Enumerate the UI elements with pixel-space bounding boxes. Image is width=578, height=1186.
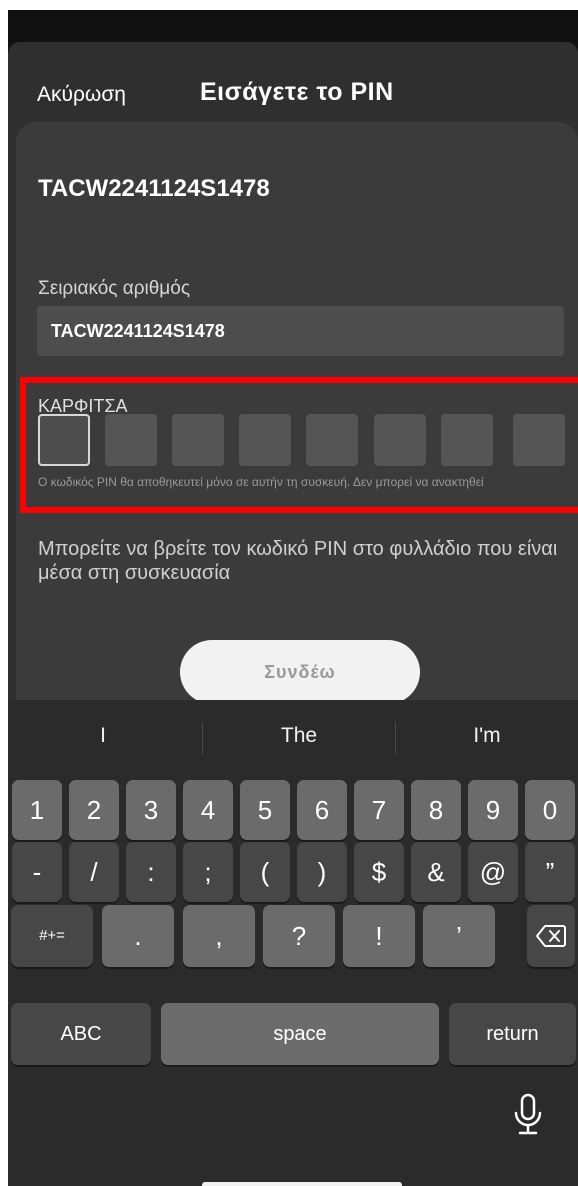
page-title: Εισάγετε το PIN [200, 78, 394, 106]
keyboard-key[interactable]: 2 [69, 780, 119, 840]
keyboard-key[interactable]: 7 [354, 780, 404, 840]
keyboard-key[interactable]: & [411, 842, 461, 902]
connect-button[interactable]: Συνδέω [180, 640, 420, 704]
suggestion-3[interactable]: I'm [396, 700, 578, 770]
keyboard-key[interactable]: ” [525, 842, 575, 902]
keyboard-key[interactable]: / [69, 842, 119, 902]
pin-highlight-box [20, 377, 578, 513]
serial-number-value: TACW2241124S1478 [51, 321, 225, 341]
keyboard-key[interactable]: . [102, 905, 174, 967]
cancel-button[interactable]: Ακύρωση [37, 83, 126, 107]
microphone-icon[interactable] [513, 1093, 543, 1137]
symbols-toggle-key[interactable]: #+= [11, 905, 93, 967]
keyboard-key[interactable]: 4 [183, 780, 233, 840]
backspace-icon [536, 925, 566, 947]
on-screen-keyboard: I The I'm #+= ABC space return 123456789… [8, 700, 578, 1186]
keyboard-key[interactable]: : [126, 842, 176, 902]
device-id-heading: TACW2241124S1478 [38, 175, 270, 202]
backspace-key[interactable] [527, 905, 575, 967]
keyboard-key[interactable]: ) [297, 842, 347, 902]
app-screen: Ακύρωση Εισάγετε το PIN TACW2241124S1478… [8, 10, 578, 1186]
keyboard-key[interactable]: ? [263, 905, 335, 967]
home-indicator [202, 1182, 402, 1186]
suggestion-2[interactable]: The [204, 700, 394, 770]
keyboard-key[interactable]: ’ [423, 905, 495, 967]
keyboard-key[interactable]: - [12, 842, 62, 902]
suggestion-divider [202, 722, 203, 754]
keyboard-key[interactable]: @ [468, 842, 518, 902]
keyboard-key[interactable]: ! [343, 905, 415, 967]
keyboard-key[interactable]: 0 [525, 780, 575, 840]
keyboard-key[interactable]: 6 [297, 780, 347, 840]
keyboard-key[interactable]: ( [240, 842, 290, 902]
abc-key[interactable]: ABC [11, 1003, 151, 1065]
keyboard-key[interactable]: ; [183, 842, 233, 902]
space-key[interactable]: space [161, 1003, 439, 1065]
keyboard-key[interactable]: 9 [468, 780, 518, 840]
keyboard-key[interactable]: , [183, 905, 255, 967]
keyboard-key[interactable]: 1 [12, 780, 62, 840]
serial-number-field: TACW2241124S1478 [37, 306, 564, 356]
keyboard-key[interactable]: 3 [126, 780, 176, 840]
pin-location-info: Μπορείτε να βρείτε τον κωδικό PIN στο φυ… [38, 538, 558, 584]
suggestion-1[interactable]: I [8, 700, 198, 770]
keyboard-key[interactable]: 5 [240, 780, 290, 840]
keyboard-key[interactable]: $ [354, 842, 404, 902]
keyboard-key[interactable]: 8 [411, 780, 461, 840]
serial-number-label: Σειριακός αριθμός [38, 278, 190, 299]
return-key[interactable]: return [449, 1003, 576, 1065]
